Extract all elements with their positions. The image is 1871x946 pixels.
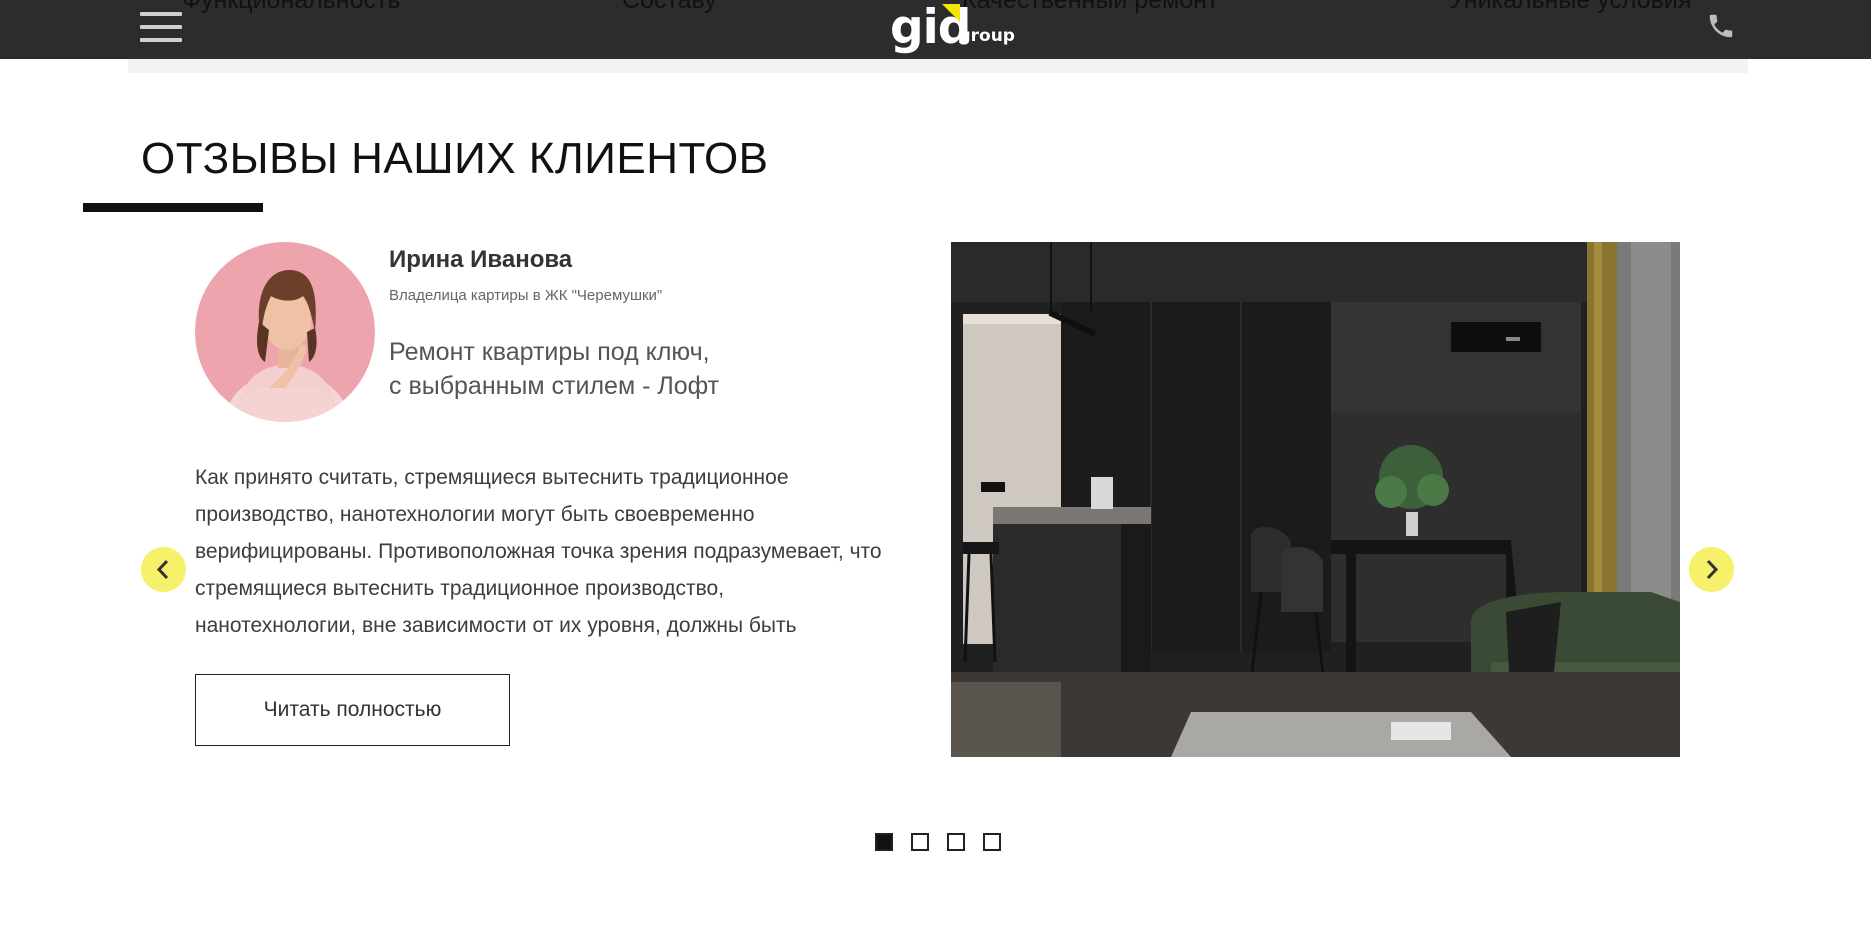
pagination-dot-3[interactable] (947, 833, 965, 851)
pagination-dot-4[interactable] (983, 833, 1001, 851)
logo[interactable]: gid .group (890, 4, 1015, 52)
chevron-left-icon (156, 559, 169, 580)
review-text-line: верифицированы. Противоположная точка зр… (195, 540, 882, 563)
headline-line: Ремонт квартиры под ключ, (389, 338, 710, 366)
reviewer-role: Владелица картиры в ЖК "Черемушки" (389, 287, 663, 304)
hamburger-icon[interactable] (140, 8, 184, 46)
nav-item-unique-terms[interactable]: Уникальные условия (1449, 0, 1691, 15)
logo-suffix: .group (952, 26, 1015, 46)
review-text-line: стремящиеся вытеснить традиционное произ… (195, 577, 725, 600)
pagination-dot-1[interactable] (875, 833, 893, 851)
review-text: Как принято считать, стремящиеся вытесни… (195, 459, 930, 644)
review-text-line: производство, нанотехнологии могут быть … (195, 503, 755, 526)
carousel-next-button[interactable] (1689, 547, 1734, 592)
carousel-prev-button[interactable] (141, 547, 186, 592)
top-header: Функциональность Составу Качественный ре… (0, 0, 1871, 59)
nav-item-composition[interactable]: Составу (622, 0, 717, 15)
pagination-dot-2[interactable] (911, 833, 929, 851)
nav-item-functionality[interactable]: Функциональность (182, 0, 400, 15)
review-text-line: нанотехнологии, вне зависимости от их ур… (195, 614, 797, 637)
headline-line: с выбранным стилем - Лофт (389, 372, 720, 400)
phone-icon[interactable] (1706, 10, 1736, 42)
logo-flag-icon (942, 4, 960, 22)
read-more-button[interactable]: Читать полностью (195, 674, 510, 746)
avatar (195, 242, 375, 422)
review-headline: Ремонт квартиры под ключ, с выбранным ст… (389, 335, 809, 403)
header-underline (128, 59, 1748, 73)
reviewer-name: Ирина Иванова (389, 246, 573, 273)
interior-photo (951, 242, 1680, 757)
title-accent-bar (83, 203, 263, 212)
review-text-line: Как принято считать, стремящиеся вытесни… (195, 466, 789, 489)
chevron-right-icon (1706, 559, 1719, 580)
section-title: ОТЗЫВЫ НАШИХ КЛИЕНТОВ (141, 134, 769, 183)
